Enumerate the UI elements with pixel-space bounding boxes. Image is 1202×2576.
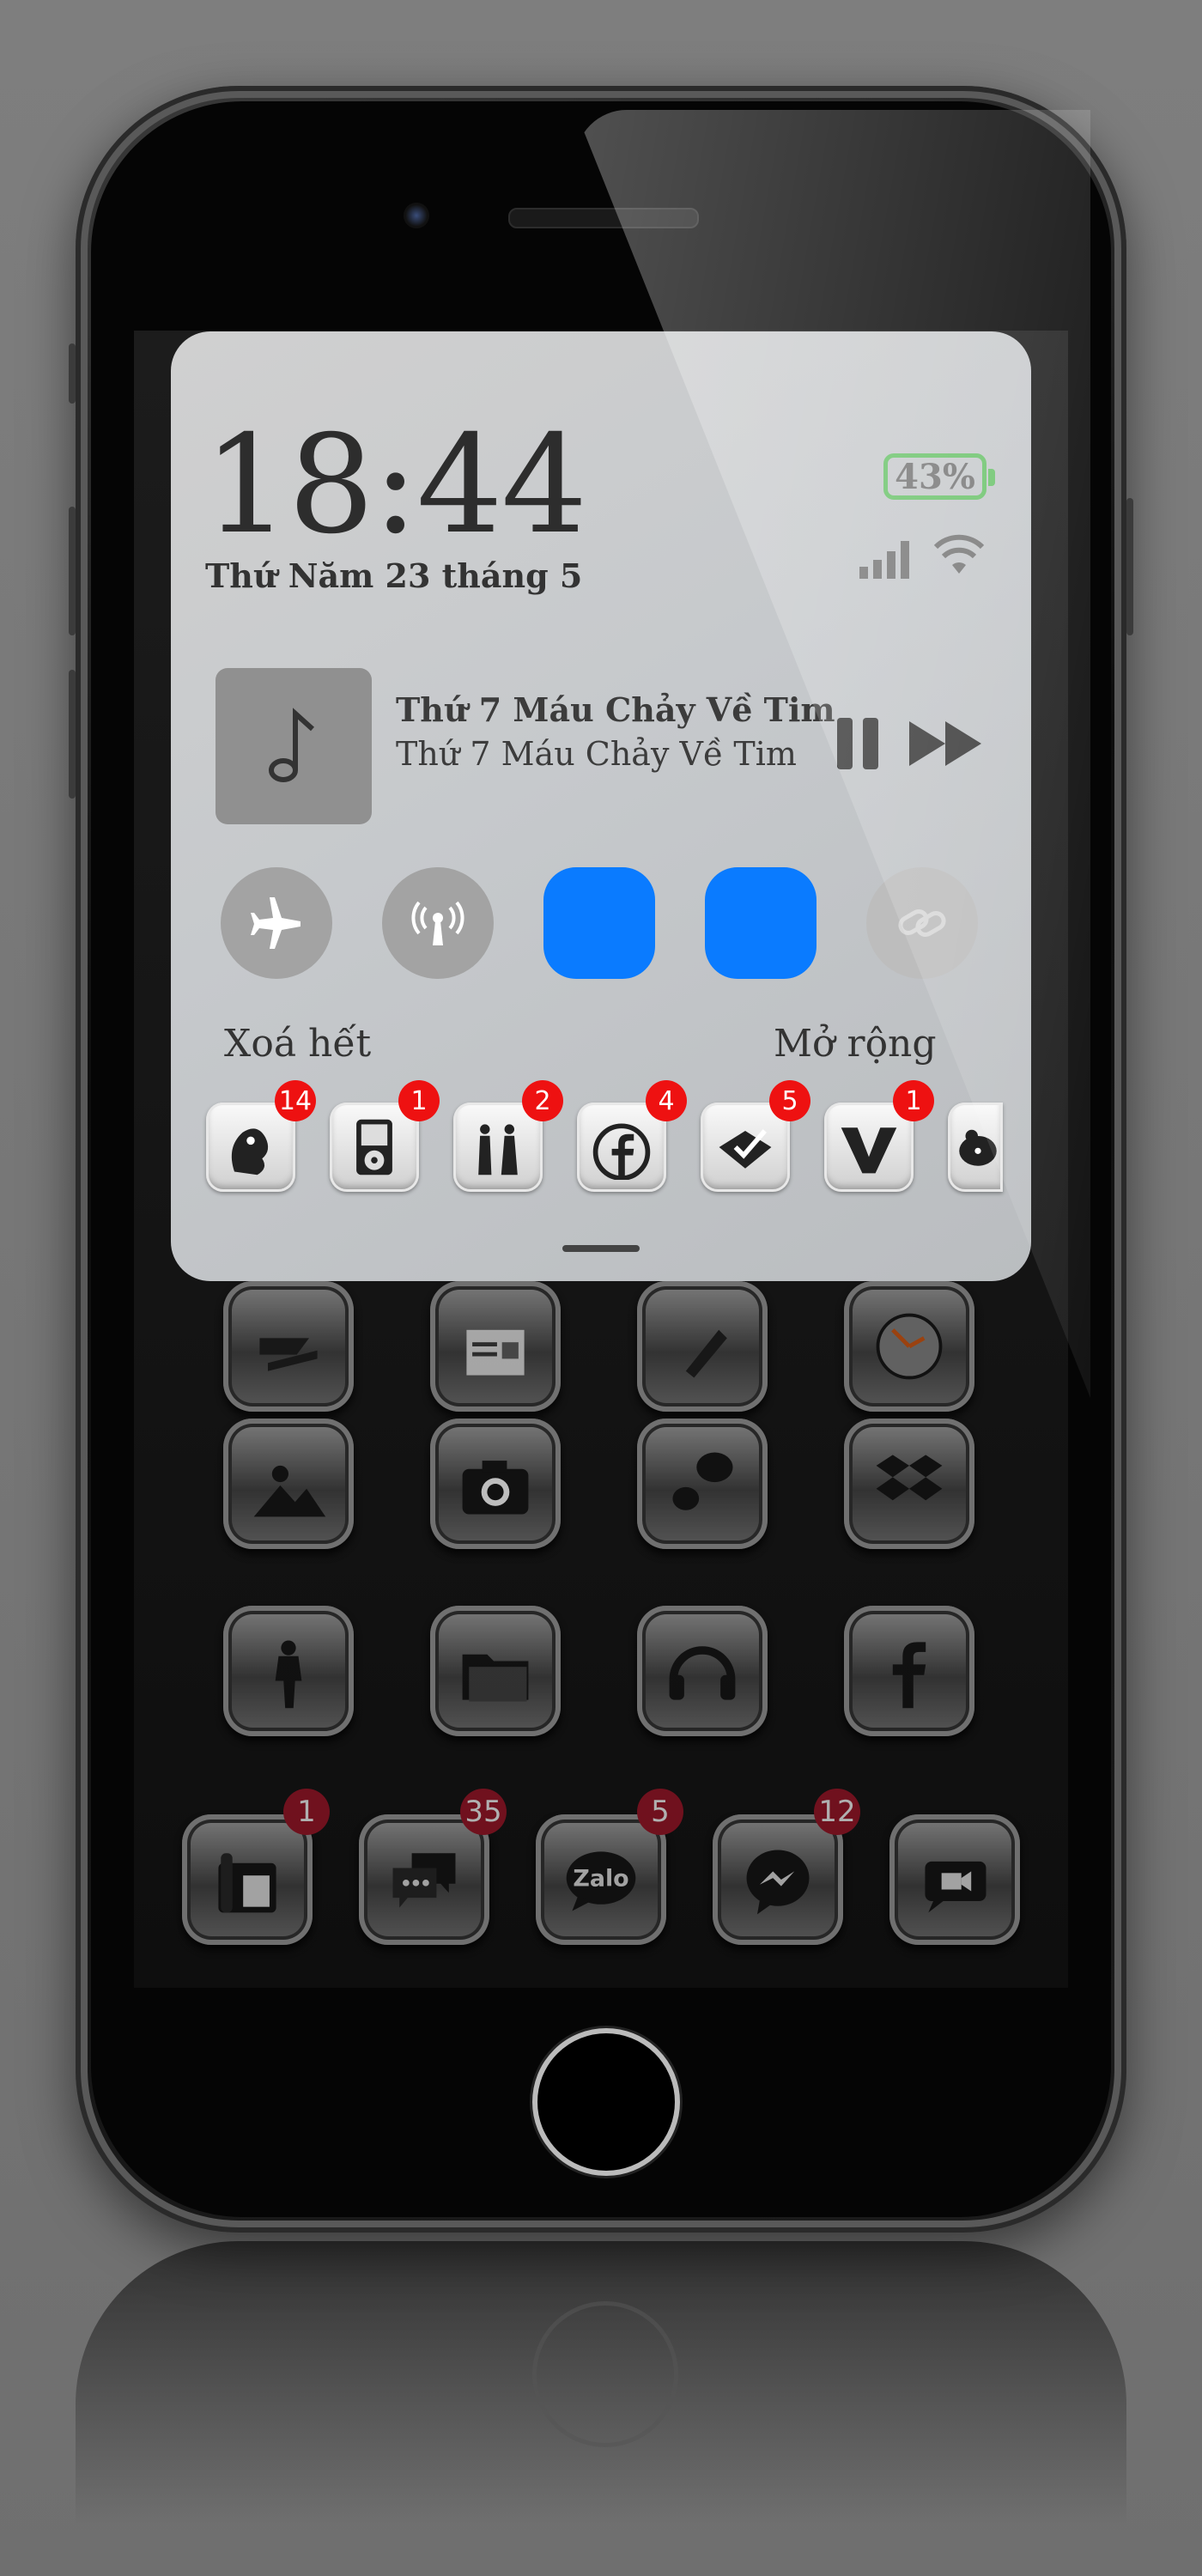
clock-icon xyxy=(876,1313,943,1380)
dock-app-messenger[interactable]: 12 xyxy=(713,1789,860,1945)
home-button[interactable] xyxy=(532,2028,680,2176)
clear-all-button[interactable]: Xoá hết xyxy=(224,1022,371,1066)
pause-icon[interactable] xyxy=(834,716,882,771)
notif-app-v[interactable]: 1 xyxy=(824,1080,934,1192)
clock-date: Thứ Năm 23 tháng 5 xyxy=(205,556,583,595)
home-app-facebook[interactable] xyxy=(844,1606,974,1736)
cellular-signal-icon xyxy=(859,541,909,579)
ipod-icon xyxy=(356,1119,392,1176)
toggle-4[interactable] xyxy=(705,867,817,979)
airplane-mode-toggle[interactable] xyxy=(221,867,332,979)
dock-badge-phone: 1 xyxy=(283,1789,330,1835)
home-app-clock[interactable] xyxy=(844,1281,974,1412)
phone-icon xyxy=(218,1853,276,1913)
home-app-dropbox[interactable] xyxy=(844,1419,974,1549)
volume-up-button xyxy=(69,507,76,635)
pubg-icon xyxy=(275,1640,302,1709)
control-center: 18:44 Thứ Năm 23 tháng 5 43% Thứ 7 Máu C… xyxy=(171,331,1031,1281)
fast-forward-icon[interactable] xyxy=(908,720,985,768)
news-icon xyxy=(466,1329,525,1376)
messenger-icon xyxy=(746,1850,810,1915)
dock-app-zalo[interactable]: Zalo 5 xyxy=(536,1789,683,1945)
notif-badge-music-band: 2 xyxy=(522,1080,563,1121)
dock-badge-zalo: 5 xyxy=(637,1789,683,1835)
notif-app-bear[interactable] xyxy=(948,1103,1003,1192)
papers-icon xyxy=(259,1338,318,1371)
now-playing-artist: Thứ 7 Máu Chảy Về Tim xyxy=(396,735,797,773)
dropbox-icon xyxy=(876,1455,943,1501)
notif-app-ipod[interactable]: 1 xyxy=(330,1080,440,1192)
front-camera xyxy=(404,203,429,228)
dock-badge-messages: 35 xyxy=(460,1789,507,1835)
wifi-icon xyxy=(933,534,985,574)
link-icon xyxy=(898,909,946,937)
home-app-papers[interactable] xyxy=(223,1281,354,1412)
reflection-home-button xyxy=(532,2301,678,2447)
dock-app-facetime[interactable] xyxy=(889,1814,1020,1945)
antenna-icon xyxy=(411,901,464,945)
power-button xyxy=(1126,498,1133,635)
home-app-photos[interactable] xyxy=(223,1419,354,1549)
airplane-icon xyxy=(251,897,300,949)
photos-icon xyxy=(253,1465,326,1517)
dock-badge-messenger: 12 xyxy=(814,1789,860,1835)
mute-switch xyxy=(69,343,76,404)
zalo-label: Zalo xyxy=(573,1866,628,1893)
home-app-pubg[interactable] xyxy=(223,1606,354,1736)
notif-badge-facebook: 4 xyxy=(646,1080,687,1121)
vietnamese-v-icon xyxy=(841,1127,897,1174)
volume-down-button xyxy=(69,670,76,799)
notif-badge-game: 14 xyxy=(275,1080,316,1121)
battery-tip xyxy=(988,469,995,486)
now-playing-title: Thứ 7 Máu Chảy Về Tim xyxy=(396,690,835,729)
notif-badge-v: 1 xyxy=(893,1080,934,1121)
camera-icon xyxy=(462,1461,529,1515)
earpiece-speaker xyxy=(508,208,699,228)
notif-badge-ipod: 1 xyxy=(398,1080,440,1121)
home-app-beats[interactable] xyxy=(637,1606,768,1736)
notif-badge-tasks: 5 xyxy=(769,1080,810,1121)
screen-mirroring-toggle[interactable] xyxy=(866,867,978,979)
home-app-files[interactable] xyxy=(430,1606,561,1736)
notif-app-music-band[interactable]: 2 xyxy=(453,1080,563,1192)
chat-bubble-icon xyxy=(672,1452,733,1510)
facebook-icon xyxy=(892,1642,926,1709)
messages-icon xyxy=(392,1853,456,1908)
game-icon xyxy=(231,1128,269,1176)
notes-icon xyxy=(685,1329,727,1378)
sheet-grabber[interactable] xyxy=(562,1245,640,1252)
home-app-news[interactable] xyxy=(430,1281,561,1412)
music-band-icon xyxy=(478,1124,518,1176)
album-art[interactable] xyxy=(216,668,372,824)
toggle-3[interactable] xyxy=(543,867,655,979)
beats-icon xyxy=(669,1646,736,1700)
notif-app-game[interactable]: 14 xyxy=(206,1080,316,1192)
dock-app-messages[interactable]: 35 xyxy=(359,1789,507,1945)
notif-app-facebook[interactable]: 4 xyxy=(577,1080,687,1192)
clock-time: 18:44 xyxy=(203,406,587,564)
expand-button[interactable]: Mở rộng xyxy=(774,1022,937,1066)
home-app-chat[interactable] xyxy=(637,1419,768,1549)
facetime-icon xyxy=(925,1861,986,1913)
facebook-icon xyxy=(592,1123,651,1180)
bear-icon xyxy=(959,1129,997,1166)
home-app-notes[interactable] xyxy=(637,1281,768,1412)
zalo-icon: Zalo xyxy=(566,1851,636,1911)
home-app-camera[interactable] xyxy=(430,1419,561,1549)
notif-app-tasks[interactable]: 5 xyxy=(701,1080,810,1192)
cellular-data-toggle[interactable] xyxy=(382,867,494,979)
music-note-icon xyxy=(269,708,315,782)
battery-indicator: 43% xyxy=(883,453,986,500)
files-icon xyxy=(462,1654,529,1702)
dock-app-phone[interactable]: 1 xyxy=(182,1789,330,1945)
tasks-icon xyxy=(719,1129,772,1169)
